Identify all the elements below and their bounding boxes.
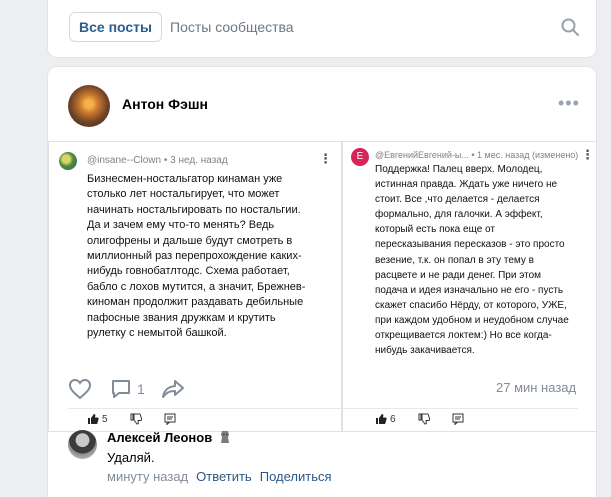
reply-icon [452,413,464,425]
comment-actions: 5 [87,413,176,425]
reply-link[interactable]: Ответить [196,469,252,484]
tab-community-posts[interactable]: Посты сообщества [170,13,294,41]
commenter-avatar[interactable] [68,430,97,459]
kebab-menu-icon: ⋮ [581,147,594,162]
kebab-menu-icon: ⋮ [319,151,332,166]
tab-all-posts[interactable]: Все посты [69,12,162,42]
post-card: Антон Фэшн ••• @insane--Clown • 3 нед. н… [47,66,597,497]
thumbs-down-icon [130,413,142,425]
like-count: 5 [102,413,108,425]
comment-count: 1 [137,381,145,397]
comment-meta: минуту назад Ответить Поделиться [107,469,332,484]
like-action: 6 [375,413,396,425]
comment-text: Поддержка! Палец вверх. Молодец, истинна… [375,164,569,357]
comment-actions: 6 [375,413,464,425]
author-avatar[interactable] [68,85,110,127]
share-link[interactable]: Поделиться [260,469,332,484]
divider [68,408,578,409]
like-count: 6 [390,413,396,425]
comment-meta: @ЕвгенийЕвгений-ы... • 1 мес. назад (изм… [375,150,579,160]
commenter-avatar [59,152,77,170]
more-options-icon[interactable]: ••• [558,94,580,112]
thumbs-up-icon [88,414,99,424]
commenter-avatar: E [351,148,369,166]
comment-author-row: Алексей Леонов [107,430,231,445]
post-author-name[interactable]: Антон Фэшн [122,96,208,112]
thumbs-down-icon [418,413,430,425]
comment-author-name[interactable]: Алексей Леонов [107,430,212,445]
comment-time[interactable]: минуту назад [107,469,188,484]
feed-tabs-card: Все посты Посты сообщества [47,0,597,58]
like-action: 5 [87,413,108,425]
reply-icon [164,413,176,425]
comment-action[interactable]: 1 [110,378,145,400]
heart-icon[interactable] [68,378,92,400]
post-time[interactable]: 27 мин назад [496,380,576,395]
comment-meta: @insane--Clown • 3 нед. назад [87,155,228,166]
search-icon[interactable] [560,17,580,37]
post-action-bar: 1 [68,378,185,400]
moai-emoji-icon [220,431,229,443]
comment-text: Удаляй. [107,450,155,465]
comment-text: Бизнесмен-ностальгатор кинаман уже столь… [87,173,306,340]
comment-icon [112,380,130,398]
thumbs-up-icon [376,414,387,424]
share-icon[interactable] [161,378,185,400]
